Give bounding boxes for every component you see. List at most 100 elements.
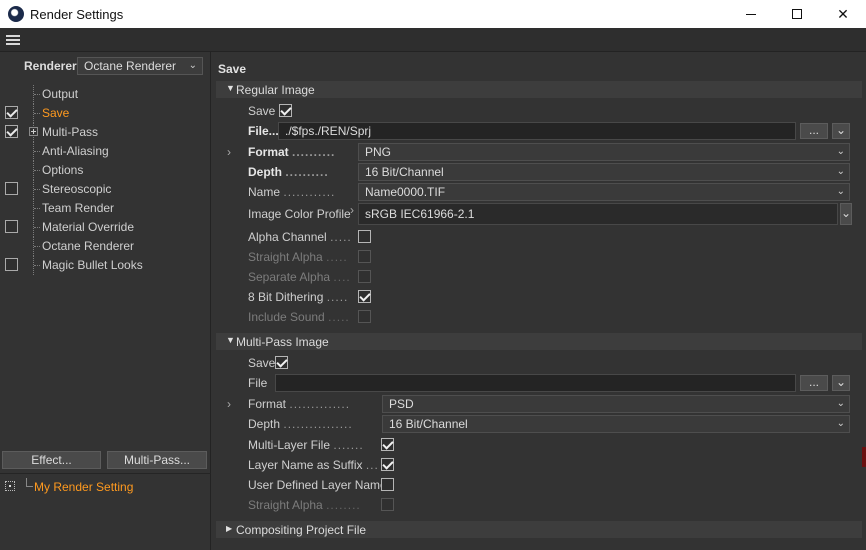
section-title: Regular Image — [236, 83, 315, 97]
mp-straight-alpha-row: Straight Alpha ........ — [212, 496, 866, 514]
tree-item-checkbox[interactable] — [5, 258, 18, 271]
effect-button[interactable]: Effect... — [2, 451, 101, 469]
regular-file-browse-button[interactable]: ... — [800, 123, 828, 139]
tree-item[interactable]: Magic Bullet Looks — [0, 256, 211, 275]
dithering-checkbox[interactable] — [358, 290, 371, 303]
mp-save-label: Save — [248, 356, 276, 370]
triangle-right-icon: ▶ — [226, 524, 233, 533]
multipass-save-checkbox[interactable] — [275, 356, 288, 369]
render-setting-item[interactable]: My Render Setting — [0, 478, 211, 496]
regular-file-input[interactable]: ./$fps./REN/Sprj — [278, 122, 796, 140]
tree-item-checkbox[interactable] — [5, 125, 18, 138]
chevron-right-icon[interactable]: › — [227, 145, 231, 159]
maximize-button[interactable] — [774, 0, 820, 28]
separate-alpha-row: Separate Alpha .... — [212, 268, 866, 286]
tree-item-label[interactable]: Multi-Pass — [42, 125, 98, 139]
tree-item-label[interactable]: Magic Bullet Looks — [42, 258, 143, 272]
expand-plus-icon[interactable] — [29, 127, 38, 136]
chevron-down-icon: ⌄ — [836, 146, 845, 157]
tree-item-label[interactable]: Team Render — [42, 201, 114, 215]
file-label[interactable]: File... — [248, 124, 279, 138]
regular-file-menu-button[interactable]: ⌄ — [832, 123, 850, 139]
tree-item-label[interactable]: Octane Renderer — [42, 239, 134, 253]
tree-line — [34, 246, 40, 247]
save-label: Save — [248, 104, 276, 118]
separate-alpha-checkbox — [358, 270, 371, 283]
hamburger-menu-icon[interactable] — [6, 35, 20, 46]
name-row: Name ............ Name0000.TIF ⌄ — [212, 183, 866, 201]
tree-item[interactable]: Octane Renderer — [0, 237, 211, 256]
chevron-right-icon[interactable]: › — [227, 397, 231, 411]
multipass-button[interactable]: Multi-Pass... — [107, 451, 207, 469]
page-title: Save — [218, 62, 247, 76]
regular-name-value: Name0000.TIF — [365, 185, 446, 199]
tree-item-label[interactable]: Save — [42, 106, 69, 120]
include-sound-checkbox — [358, 310, 371, 323]
tree-item[interactable]: Material Override — [0, 218, 211, 237]
regular-image-header[interactable]: ▼ Regular Image — [216, 81, 862, 98]
tree-item-checkbox[interactable] — [5, 106, 18, 119]
user-defined-checkbox[interactable] — [381, 478, 394, 491]
renderer-select[interactable]: Octane Renderer ⌄ — [77, 57, 203, 75]
alpha-channel-row: Alpha Channel ..... — [212, 228, 866, 246]
color-profile-menu-button[interactable]: ⌄ — [840, 203, 852, 225]
left-panel: Renderer Octane Renderer ⌄ Output Save Mul… — [0, 52, 211, 550]
multipass-image-header[interactable]: ▼ Multi-Pass Image — [216, 333, 862, 350]
dithering-row: 8 Bit Dithering ..... — [212, 288, 866, 306]
regular-format-select[interactable]: PNG ⌄ — [358, 143, 850, 161]
multipass-file-browse-button[interactable]: ... — [800, 375, 828, 391]
layer-suffix-checkbox[interactable] — [381, 458, 394, 471]
mp-save-row: Save — [212, 354, 866, 372]
multipass-format-select[interactable]: PSD ⌄ — [382, 395, 850, 413]
chevron-down-icon: ⌄ — [836, 186, 845, 197]
multilayer-label: Multi-Layer File ....... — [248, 438, 364, 452]
tree-item[interactable]: Anti-Aliasing — [0, 142, 211, 161]
depth-label: Depth .......... — [248, 165, 329, 179]
tree-item[interactable]: Output — [0, 85, 211, 104]
tree-item-label[interactable]: Material Override — [42, 220, 134, 234]
regular-name-select[interactable]: Name0000.TIF ⌄ — [358, 183, 850, 201]
multipass-file-menu-button[interactable]: ⌄ — [832, 375, 850, 391]
multipass-depth-select[interactable]: 16 Bit/Channel ⌄ — [382, 415, 850, 433]
straight-alpha-checkbox — [358, 250, 371, 263]
tree-item-label[interactable]: Stereoscopic — [42, 182, 111, 196]
color-profile-label: Image Color Profile — [248, 207, 351, 221]
tree-item-label[interactable]: Output — [42, 87, 78, 101]
color-profile-field[interactable]: sRGB IEC61966-2.1 — [358, 203, 838, 225]
user-defined-row: User Defined Layer Name — [212, 476, 866, 494]
tree-item-checkbox[interactable] — [5, 220, 18, 233]
minimize-button[interactable] — [728, 0, 774, 28]
tree-line — [34, 265, 40, 266]
render-setting-name[interactable]: My Render Setting — [34, 480, 133, 494]
minimize-icon — [746, 13, 756, 15]
tree-item[interactable]: Stereoscopic — [0, 180, 211, 199]
maximize-icon — [792, 9, 802, 19]
multilayer-checkbox[interactable] — [381, 438, 394, 451]
window-titlebar: Render Settings ✕ — [0, 0, 866, 28]
tree-line — [34, 113, 40, 114]
alpha-channel-checkbox[interactable] — [358, 230, 371, 243]
tree-item[interactable]: Team Render — [0, 199, 211, 218]
tree-item-label[interactable]: Options — [42, 163, 83, 177]
regular-depth-select[interactable]: 16 Bit/Channel ⌄ — [358, 163, 850, 181]
renderer-select-value: Octane Renderer — [84, 59, 177, 73]
close-button[interactable]: ✕ — [820, 0, 866, 28]
compositing-header[interactable]: ▶ Compositing Project File — [216, 521, 862, 538]
tree-item-label[interactable]: Anti-Aliasing — [42, 144, 109, 158]
tree-line — [34, 94, 40, 95]
render-setting-icon — [5, 481, 15, 491]
tree-item[interactable]: Options — [0, 161, 211, 180]
tree-item-checkbox[interactable] — [5, 182, 18, 195]
regular-save-checkbox[interactable] — [279, 104, 292, 117]
tree-item[interactable]: Multi-Pass — [0, 123, 211, 142]
chevron-right-icon[interactable]: › — [350, 203, 354, 217]
tree-line — [34, 208, 40, 209]
multipass-file-input[interactable] — [275, 374, 796, 392]
depth-row: Depth .......... 16 Bit/Channel ⌄ — [212, 163, 866, 181]
tree-item[interactable]: Save — [0, 104, 211, 123]
tree-line — [34, 170, 40, 171]
tree-line — [34, 151, 40, 152]
chevron-down-icon: ⌄ — [836, 166, 845, 177]
chevron-down-icon: ⌄ — [836, 398, 845, 409]
chevron-down-icon: ⌄ — [188, 60, 197, 71]
